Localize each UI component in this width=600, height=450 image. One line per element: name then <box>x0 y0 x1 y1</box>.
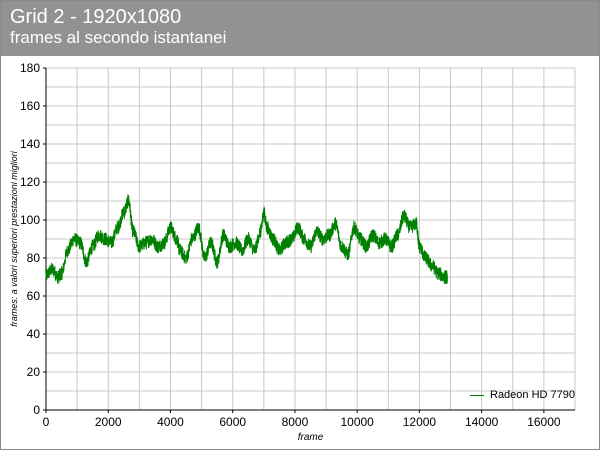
x-tick-label: 16000 <box>527 415 561 429</box>
x-tick-label: 14000 <box>465 415 499 429</box>
x-tick-label: 12000 <box>403 415 437 429</box>
y-tick-label: 160 <box>20 99 40 113</box>
x-tick-label: 0 <box>43 415 50 429</box>
y-tick-label: 20 <box>27 365 41 379</box>
legend-swatch-radeon-hd-7790 <box>470 394 484 396</box>
y-tick-label: 140 <box>20 137 40 151</box>
x-tick-label: 10000 <box>340 415 374 429</box>
chart-title: Grid 2 - 1920x1080 <box>10 6 182 28</box>
x-tick-label: 4000 <box>157 415 184 429</box>
y-tick-label: 80 <box>27 251 41 265</box>
gridlines <box>45 67 576 411</box>
y-tick-label: 0 <box>33 403 40 417</box>
chart-subtitle: frames al secondo istantanei <box>10 28 227 47</box>
x-tick-labels: 0 2000 4000 6000 8000 10000 12000 14000 16000 <box>43 415 561 429</box>
x-tick-label: 6000 <box>219 415 246 429</box>
y-tick-labels: 0 20 40 60 80 100 120 140 160 180 <box>20 61 40 417</box>
chart-area: 0 2000 4000 6000 8000 10000 12000 14000 16000 0 2… <box>1 57 599 449</box>
y-axis-label: frames: a valori superiori prestazioni m… <box>9 150 19 327</box>
x-tick-label: 8000 <box>282 415 309 429</box>
y-tick-label: 60 <box>27 289 41 303</box>
series-line-radeon-hd-7790 <box>45 194 448 285</box>
series-layer <box>45 194 448 285</box>
y-tick-label: 40 <box>27 327 41 341</box>
y-tick-label: 120 <box>20 175 40 189</box>
x-tick-label: 2000 <box>95 415 122 429</box>
y-tick-label: 100 <box>20 213 40 227</box>
legend: Radeon HD 7790 <box>470 387 575 403</box>
x-axis-label: frame <box>298 432 324 443</box>
chart-header: Grid 2 - 1920x1080 frames al secondo ist… <box>1 1 599 56</box>
legend-label-radeon-hd-7790: Radeon HD 7790 <box>490 389 576 401</box>
chart-frame: Grid 2 - 1920x1080 frames al secondo ist… <box>0 0 600 450</box>
y-tick-label: 180 <box>20 61 40 75</box>
